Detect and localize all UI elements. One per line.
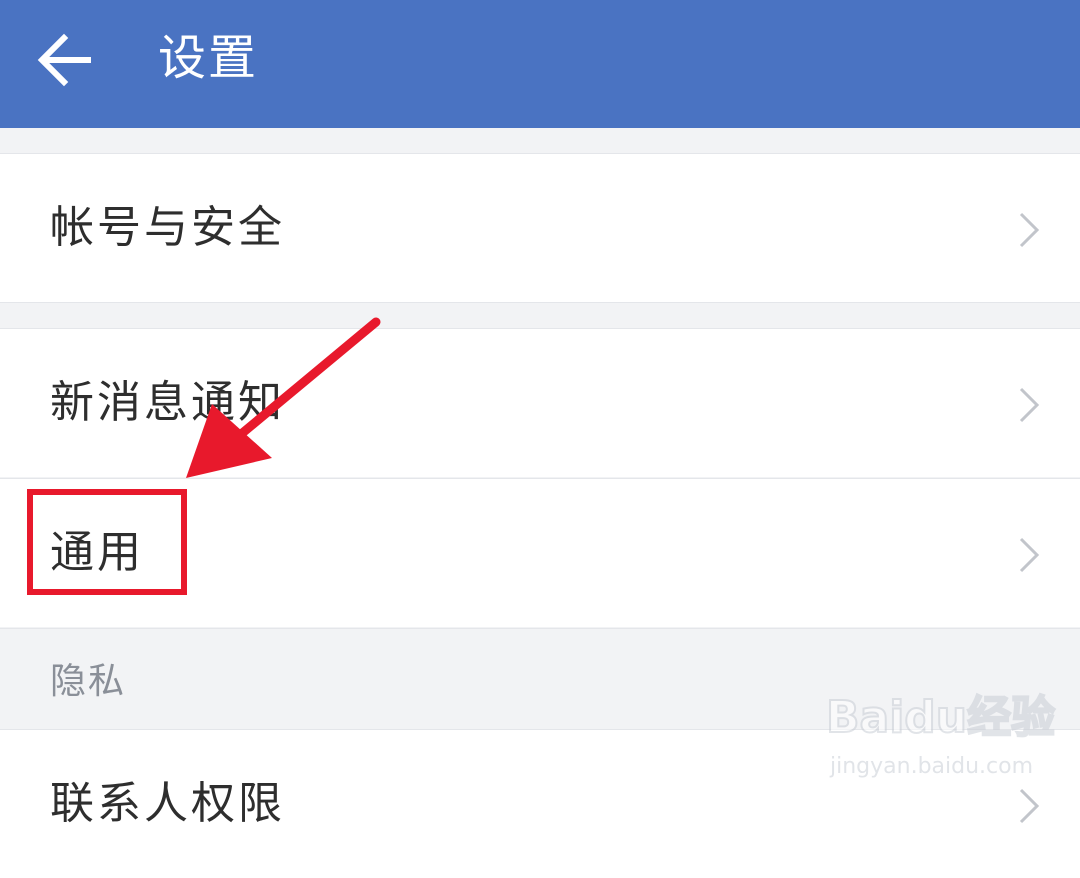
watermark-url: jingyan.baidu.com <box>830 754 1034 779</box>
arrow-left-icon[interactable] <box>36 32 96 88</box>
annotation-highlight-box <box>27 489 187 595</box>
top-app-bar: 设置 <box>0 0 1080 128</box>
settings-item-label: 新消息通知 <box>50 377 285 428</box>
chevron-right-icon <box>1019 212 1040 248</box>
settings-item-label: 联系人权限 <box>50 778 285 829</box>
watermark-logo: Baidu经验 <box>825 691 1056 744</box>
settings-item-new-message-notification[interactable]: 新消息通知 <box>0 329 1080 477</box>
watermark: Baidu经验 jingyan.baidu.com <box>825 688 1056 788</box>
divider <box>0 302 1080 303</box>
chevron-right-icon <box>1019 387 1040 423</box>
page-title: 设置 <box>158 30 259 86</box>
section-header-privacy: 隐私 <box>50 661 127 702</box>
settings-item-label: 帐号与安全 <box>50 202 285 253</box>
divider <box>0 628 1080 629</box>
chevron-right-icon <box>1019 537 1040 573</box>
settings-item-account-security[interactable]: 帐号与安全 <box>0 154 1080 302</box>
chevron-right-icon <box>1019 788 1040 824</box>
